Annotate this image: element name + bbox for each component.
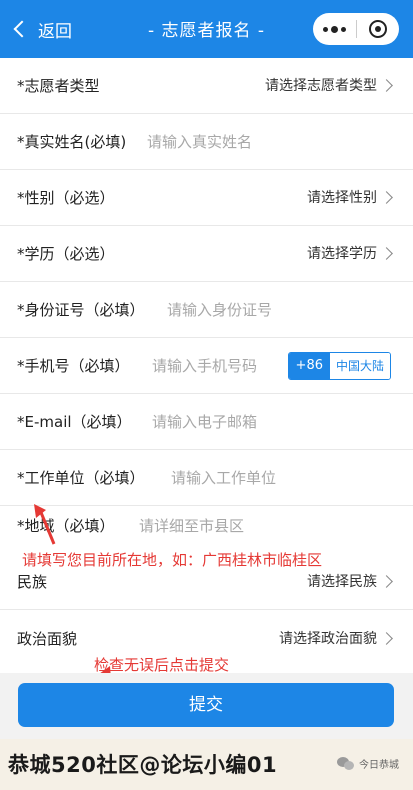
id-number-row: *身份证号（必填） 请输入身份证号 xyxy=(0,282,413,338)
country-code-selector[interactable]: +86 中国大陆 xyxy=(287,352,391,380)
footer-watermark-bar: 恭城520社区@论坛小编01 今日恭城 xyxy=(0,739,413,790)
account-name: 今日恭城 xyxy=(359,760,399,771)
country-region: 中国大陆 xyxy=(329,353,390,379)
watermark-text: 恭城520社区@论坛小编01 xyxy=(8,753,278,777)
chevron-right-icon xyxy=(380,632,393,645)
volunteer-type-select[interactable]: *志愿者类型 请选择志愿者类型 xyxy=(0,58,413,114)
select-value: 请选择学历 xyxy=(307,246,377,262)
select-value: 请选择性别 xyxy=(307,190,377,206)
submit-bar: 提交 xyxy=(0,673,413,739)
close-button[interactable] xyxy=(357,20,399,38)
field-label: *志愿者类型 xyxy=(17,77,100,95)
more-dot-icon xyxy=(341,26,346,32)
select-value: 请选择志愿者类型 xyxy=(265,78,377,94)
chevron-right-icon xyxy=(380,247,393,260)
field-label: 政治面貌 xyxy=(17,630,78,648)
chevron-right-icon xyxy=(380,575,393,588)
phone-row: *手机号（必填） 请输入手机号码 +86 中国大陆 xyxy=(0,338,413,394)
nav-bar: 返回 - 志愿者报名 - xyxy=(0,0,413,58)
chevron-right-icon xyxy=(380,191,393,204)
region-input[interactable]: 请详细至市县区 xyxy=(139,498,244,554)
real-name-input[interactable]: 请输入真实姓名 xyxy=(147,114,252,170)
target-close-icon xyxy=(369,20,387,38)
mini-program-capsule xyxy=(313,13,399,45)
field-label: *真实姓名(必填) xyxy=(17,133,127,151)
field-label: *身份证号（必填） xyxy=(17,301,145,319)
field-label: *手机号（必填） xyxy=(17,357,130,375)
more-dot-icon xyxy=(323,26,328,32)
phone-input[interactable]: 请输入手机号码 xyxy=(152,338,257,394)
education-select[interactable]: *学历（必选） 请选择学历 xyxy=(0,226,413,282)
wechat-icon xyxy=(337,756,355,771)
field-label: *学历（必选） xyxy=(17,245,115,263)
region-row: *地域（必填） 请详细至市县区 xyxy=(0,498,413,554)
select-value: 请选择政治面貌 xyxy=(279,631,377,647)
real-name-row: *真实姓名(必填) 请输入真实姓名 xyxy=(0,114,413,170)
email-row: *E-mail（必填） 请输入电子邮箱 xyxy=(0,394,413,450)
email-input[interactable]: 请输入电子邮箱 xyxy=(152,394,257,450)
gender-select[interactable]: *性别（必选） 请选择性别 xyxy=(0,170,413,226)
annotation-arrow-icon xyxy=(34,504,56,545)
more-button[interactable] xyxy=(313,25,356,33)
field-label: *性别（必选） xyxy=(17,189,115,207)
submit-button[interactable]: 提交 xyxy=(18,683,394,727)
field-label: *E-mail（必填） xyxy=(17,413,132,431)
more-dot-icon xyxy=(331,25,338,33)
country-code: +86 xyxy=(288,353,330,379)
region-hint-annotation: 请填写您目前所在地，如：广西桂林市临桂区 xyxy=(22,551,323,569)
account-badge: 今日恭城 xyxy=(337,756,399,771)
id-number-input[interactable]: 请输入身份证号 xyxy=(167,282,272,338)
chevron-right-icon xyxy=(380,79,393,92)
